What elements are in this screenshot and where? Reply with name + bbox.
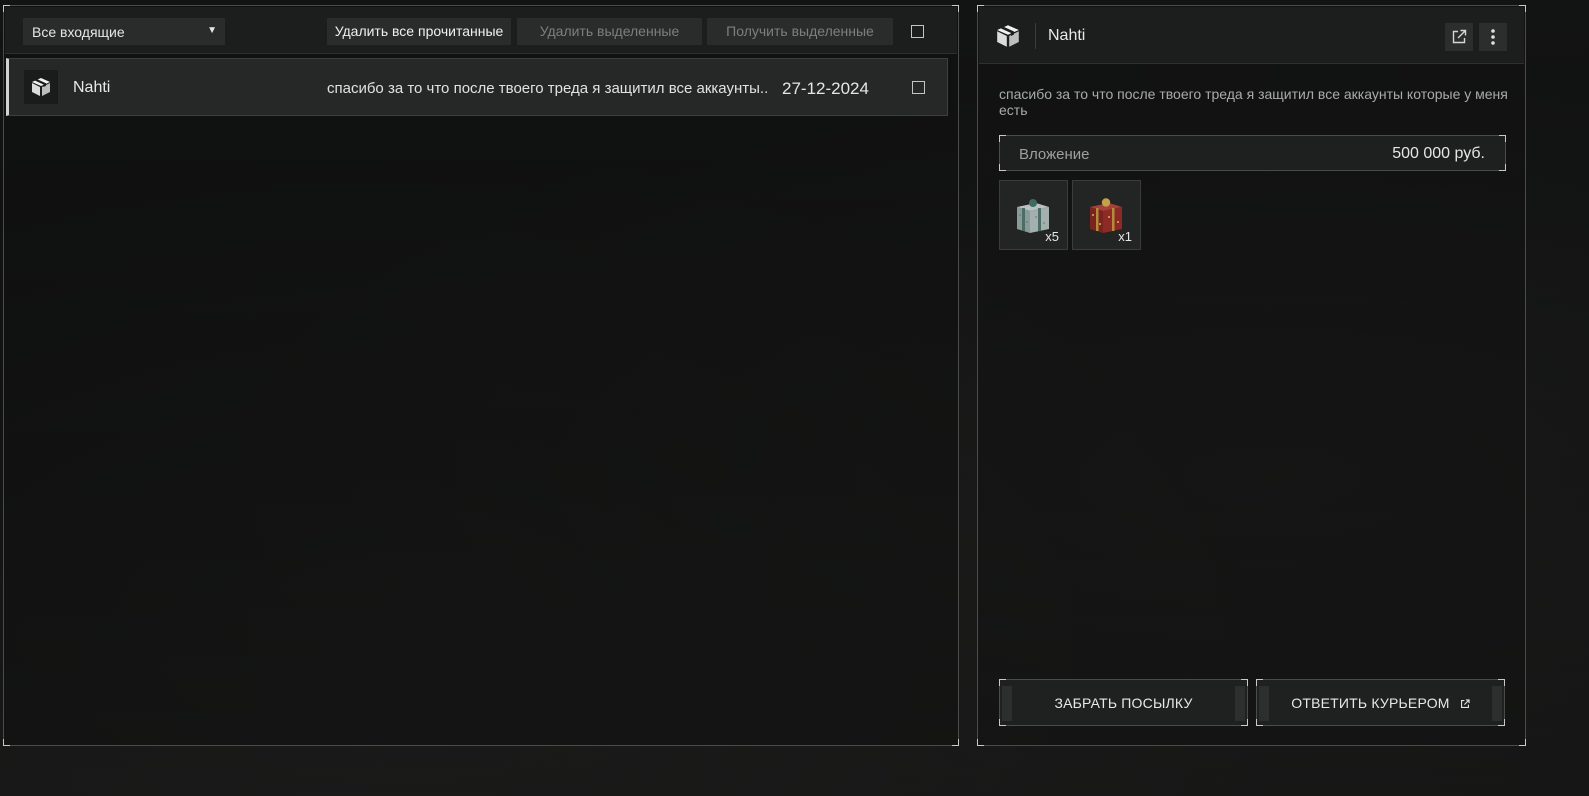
delete-selected-button[interactable]: Удалить выделенные [517,18,702,45]
take-package-button[interactable]: ЗАБРАТЬ ПОСЫЛКУ [999,679,1248,726]
inbox-panel: Все входящие ▼ Удалить все прочитанные У… [3,5,959,746]
message-checkbox[interactable] [912,81,925,94]
attachment-item[interactable]: x5 [999,180,1068,250]
dropdown-arrow-icon: ▼ [207,25,217,36]
package-icon [24,70,58,104]
delete-all-read-button[interactable]: Удалить все прочитанные [327,18,511,45]
more-options-button[interactable] [1479,23,1507,51]
attachment-value: 500 000 руб. [1392,145,1485,162]
message-detail-panel: Nahti спасибо за то что после твоего тре… [977,5,1526,746]
inbox-toolbar: Все входящие ▼ Удалить все прочитанные У… [5,7,957,54]
package-icon [996,24,1020,53]
inbox-filter-value: Все входящие [32,24,125,40]
message-preview: спасибо за то что после твоего треда я з… [327,80,769,97]
item-quantity: x1 [1118,229,1132,244]
open-external-button[interactable] [1445,23,1473,51]
external-link-icon [1460,699,1470,709]
message-body: спасибо за то что после твоего треда я з… [999,86,1508,118]
message-row[interactable]: Nahti спасибо за то что после твоего тре… [6,58,948,116]
header-divider [1035,23,1036,49]
select-all-checkbox[interactable] [911,25,924,38]
message-date: 27-12-2024 [782,79,869,98]
message-sender: Nahti [73,79,111,96]
external-link-icon [1452,29,1467,44]
reply-courier-label: ОТВЕТИТЬ КУРЬЕРОМ [1291,695,1450,711]
attachment-item[interactable]: x1 [1072,180,1141,250]
receive-selected-button[interactable]: Получить выделенные [707,18,893,45]
item-quantity: x5 [1045,229,1059,244]
take-package-label: ЗАБРАТЬ ПОСЫЛКУ [1054,695,1193,711]
inbox-filter-select[interactable]: Все входящие ▼ [23,18,225,45]
reply-courier-button[interactable]: ОТВЕТИТЬ КУРЬЕРОМ [1256,679,1505,726]
attachment-row: Вложение 500 000 руб. [999,135,1506,171]
detail-sender: Nahti [1048,27,1086,44]
kebab-menu-icon [1491,29,1495,45]
attachment-label: Вложение [1019,146,1090,163]
detail-header: Nahti [979,7,1524,64]
